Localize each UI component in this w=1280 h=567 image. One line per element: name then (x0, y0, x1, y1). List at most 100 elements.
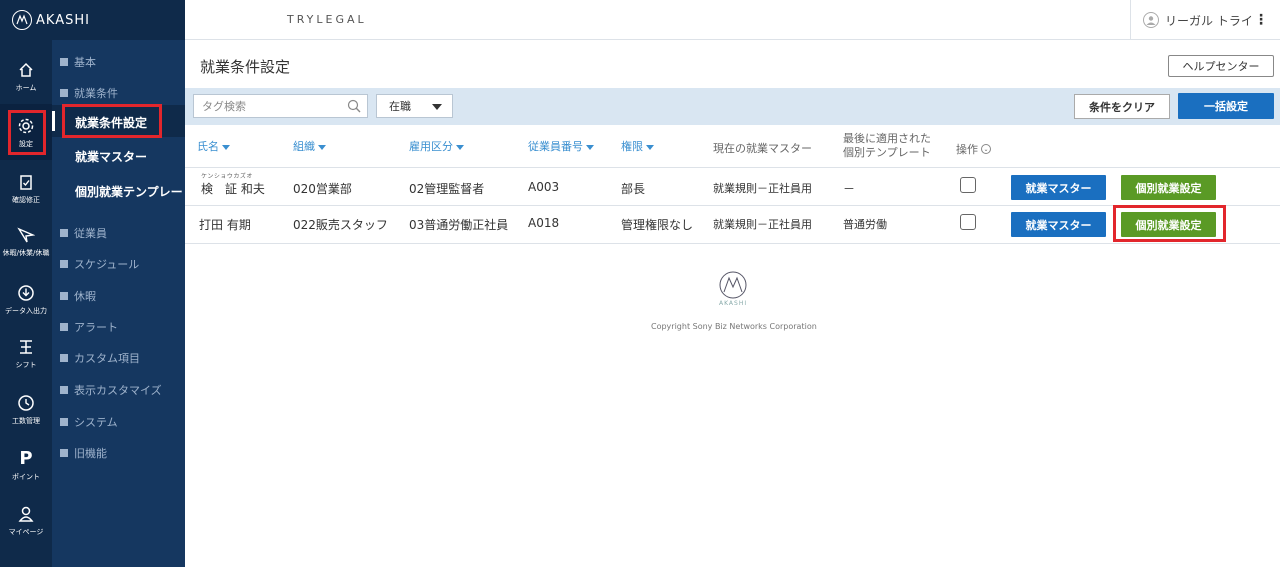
submenu-group-display-customize[interactable]: 表示カスタマイズ (60, 382, 162, 398)
download-icon (16, 283, 36, 303)
cell-org: 020営業部 (293, 182, 352, 196)
submenu-group-schedule[interactable]: スケジュール (60, 256, 139, 272)
company-name: TRYLEGAL (287, 13, 367, 26)
user-name: リーガル トライ (1165, 13, 1253, 28)
footer-logo-text: AKASHI (719, 300, 748, 307)
clock-icon (16, 393, 36, 413)
filter-bar: タグ検索 在職 条件をクリア 一括設定 (185, 88, 1280, 125)
row-divider (185, 243, 1280, 244)
cell-org: 022販売スタッフ (293, 218, 388, 232)
akashi-logo-icon (718, 270, 748, 300)
cell-permission: 管理権限なし (621, 218, 694, 232)
cell-emp-no: A018 (528, 216, 560, 230)
cell-master: 就業規則－正社員用 (713, 218, 812, 231)
kebab-menu-icon[interactable]: ⋮ (1254, 12, 1268, 28)
clipboard-icon (16, 172, 36, 192)
name-kana: ケンショウカズオ (201, 173, 253, 180)
bulk-setting-button[interactable]: 一括設定 (1178, 93, 1274, 119)
square-icon (60, 229, 68, 237)
top-bar: TRYLEGAL リーガル トライ ⋮ (185, 0, 1280, 40)
cell-permission: 部長 (621, 182, 646, 196)
highlight-individual-setting (1113, 205, 1226, 242)
help-center-button[interactable]: ヘルプセンター (1168, 55, 1274, 77)
header-name[interactable]: 氏名 (197, 138, 230, 154)
rail-man-hours[interactable]: 工数管理 (0, 381, 52, 437)
user-icon (16, 504, 36, 524)
rail-point[interactable]: P ポイント (0, 437, 52, 493)
work-master-button[interactable]: 就業マスター (1011, 175, 1106, 200)
submenu-group-employees[interactable]: 従業員 (60, 225, 107, 241)
rail-label: 確認修正 (12, 195, 40, 204)
submenu-group-leave[interactable]: 休暇 (60, 288, 96, 304)
cell-employment: 02管理監督者 (409, 182, 485, 196)
submenu-group-work-conditions[interactable]: 就業条件 (60, 85, 118, 101)
akashi-logo-icon (12, 10, 32, 30)
point-icon: P (19, 448, 33, 469)
home-icon (16, 60, 36, 80)
cell-name: 打田 有期 (199, 218, 251, 232)
square-icon (60, 449, 68, 457)
cell-employment: 03普通労働正社員 (409, 218, 509, 232)
row-checkbox[interactable] (960, 177, 976, 193)
header-employment[interactable]: 雇用区分 (409, 138, 464, 154)
highlight-settings (8, 110, 46, 155)
header-last-template: 最後に適用された 個別テンプレート (843, 132, 931, 159)
square-icon (60, 58, 68, 66)
user-menu[interactable]: リーガル トライ ⋮ (1130, 0, 1280, 40)
chevron-down-icon: ⌄ (981, 144, 991, 154)
submenu-item-individual-template[interactable]: 個別就業テンプレート (75, 183, 195, 200)
submenu-group-system[interactable]: システム (60, 414, 118, 430)
rail-label: ポイント (12, 472, 40, 481)
rail-label: データ入出力 (5, 306, 47, 315)
sort-arrow-icon (222, 144, 230, 150)
square-icon (60, 323, 68, 331)
square-icon (60, 292, 68, 300)
rail-shift[interactable]: シフト (0, 325, 52, 381)
chevron-down-icon (432, 104, 442, 110)
cell-template: － (843, 182, 856, 196)
submenu-group-legacy[interactable]: 旧機能 (60, 445, 107, 461)
square-icon (60, 386, 68, 394)
header-current-master: 現在の就業マスター (713, 142, 812, 155)
square-icon (60, 260, 68, 268)
rail-confirm[interactable]: 確認修正 (0, 160, 52, 216)
rail-mypage[interactable]: マイページ (0, 492, 52, 548)
submenu-group-basic[interactable]: 基本 (60, 54, 96, 70)
work-master-button[interactable]: 就業マスター (1011, 212, 1106, 237)
sort-arrow-icon (586, 144, 594, 150)
row-checkbox[interactable] (960, 214, 976, 230)
highlight-submenu (62, 104, 162, 138)
cell-emp-no: A003 (528, 180, 560, 194)
submenu-item-work-master[interactable]: 就業マスター (75, 148, 147, 165)
sort-arrow-icon (646, 144, 654, 150)
row-divider (185, 167, 1280, 168)
tag-search-input[interactable]: タグ検索 (193, 94, 368, 118)
sort-arrow-icon (318, 144, 326, 150)
status-select[interactable]: 在職 (376, 94, 453, 118)
status-value: 在職 (389, 100, 411, 113)
rail-label: 休暇/休業/休職 (2, 248, 50, 257)
header-emp-no[interactable]: 従業員番号 (528, 138, 594, 154)
search-icon[interactable] (347, 99, 361, 113)
header-permission[interactable]: 権限 (621, 138, 654, 154)
paper-plane-icon (16, 225, 36, 245)
cell-name: 検 証 和夫 (201, 182, 265, 196)
brand[interactable]: AKASHI (0, 0, 185, 40)
header-operation[interactable]: 操作 ⌄ (956, 141, 991, 157)
individual-setting-button[interactable]: 個別就業設定 (1121, 175, 1216, 200)
tag-search-placeholder: タグ検索 (202, 100, 246, 113)
clear-conditions-button[interactable]: 条件をクリア (1074, 94, 1170, 119)
rail-data-io[interactable]: データ入出力 (0, 271, 52, 327)
cell-template: 普通労働 (843, 218, 887, 231)
rail-label: シフト (15, 360, 37, 369)
rail-label: 工数管理 (12, 416, 40, 425)
submenu-group-alert[interactable]: アラート (60, 319, 118, 335)
rail-leave[interactable]: 休暇/休業/休職 (0, 213, 52, 269)
square-icon (60, 89, 68, 97)
page-title: 就業条件設定 (200, 58, 291, 76)
submenu-group-custom-items[interactable]: カスタム項目 (60, 350, 140, 366)
rail-home[interactable]: ホーム (0, 48, 52, 104)
header-org[interactable]: 組織 (293, 138, 326, 154)
avatar-icon (1143, 12, 1159, 28)
cell-master: 就業規則－正社員用 (713, 182, 812, 195)
